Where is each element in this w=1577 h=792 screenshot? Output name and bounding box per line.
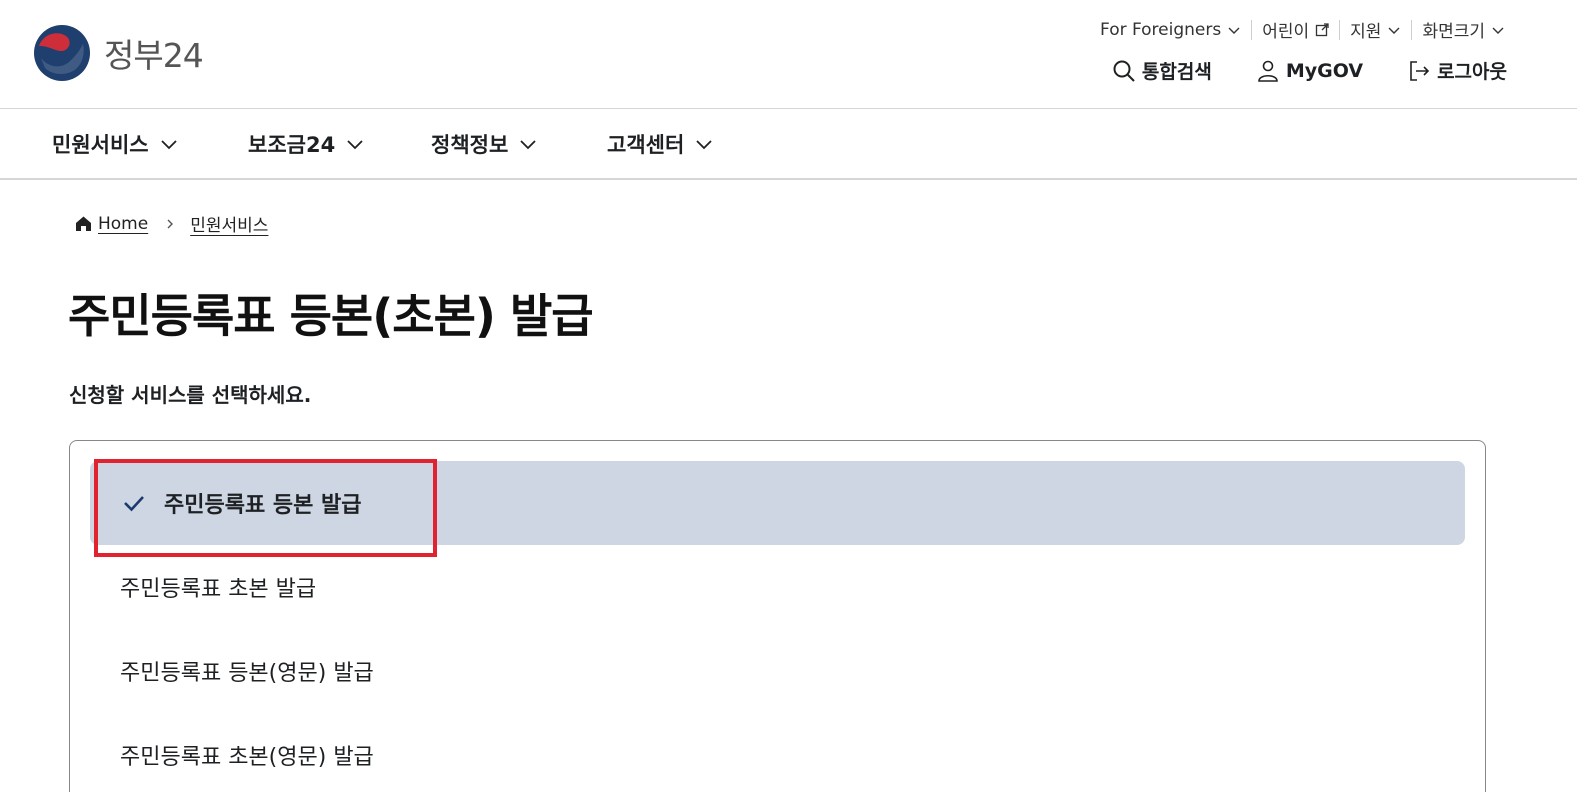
home-icon xyxy=(76,216,91,231)
logout-icon xyxy=(1410,60,1430,81)
search-label: 통합검색 xyxy=(1141,61,1212,83)
mygov-button[interactable]: MyGOV xyxy=(1256,59,1363,83)
nav-item-label: 정책정보 xyxy=(431,133,509,157)
kids-label: 어린이 xyxy=(1262,22,1310,42)
for-foreigners-label: For Foreigners xyxy=(1100,19,1222,40)
breadcrumb: Home 민원서비스 xyxy=(75,211,268,236)
nav-item-label: 민원서비스 xyxy=(52,133,149,157)
user-icon xyxy=(1258,60,1278,82)
option-resident-abstract[interactable]: 주민등록표 초본 발급 xyxy=(90,545,1465,629)
nav-item-subsidy24[interactable]: 보조금24 xyxy=(248,129,365,159)
nav-item-label: 보조금24 xyxy=(248,133,336,157)
option-resident-copy[interactable]: 주민등록표 등본 발급 xyxy=(90,461,1465,545)
utility-menu: For Foreigners 어린이 지원 화면크기 xyxy=(1090,17,1515,42)
nav-item-policy-info[interactable]: 정책정보 xyxy=(431,129,538,159)
page-title: 주민등록표 등본(초본) 발급 xyxy=(68,289,594,343)
brand-name: 정부24 xyxy=(104,36,204,75)
nav-item-customer-center[interactable]: 고객센터 xyxy=(607,129,714,159)
option-label: 주민등록표 등본 발급 xyxy=(164,493,362,518)
chevron-down-icon xyxy=(520,140,536,150)
logout-button[interactable]: 로그아웃 xyxy=(1407,57,1507,84)
main-nav: 민원서비스 보조금24 정책정보 고객센터 xyxy=(0,109,1577,180)
chevron-down-icon xyxy=(347,140,363,150)
search-icon xyxy=(1113,60,1135,82)
check-icon xyxy=(124,496,144,512)
font-size-label: 화면크기 xyxy=(1422,22,1485,42)
option-label: 주민등록표 초본 발급 xyxy=(120,577,317,602)
support-label: 지원 xyxy=(1350,22,1382,42)
breadcrumb-current-link[interactable]: 민원서비스 xyxy=(190,211,268,236)
breadcrumb-home-link[interactable]: Home xyxy=(98,214,148,234)
option-label: 주민등록표 등본(영문) 발급 xyxy=(120,661,374,686)
gov24-logo[interactable]: 정부24 xyxy=(33,24,204,82)
for-foreigners-menu[interactable]: For Foreigners xyxy=(1090,20,1251,40)
support-menu[interactable]: 지원 xyxy=(1340,17,1411,42)
chevron-down-icon xyxy=(1492,27,1504,34)
chevron-down-icon xyxy=(1228,27,1240,34)
nav-item-label: 고객센터 xyxy=(607,133,685,157)
logout-label: 로그아웃 xyxy=(1437,61,1507,83)
kids-link[interactable]: 어린이 xyxy=(1252,17,1339,42)
chevron-down-icon xyxy=(1388,27,1400,34)
breadcrumb-home[interactable]: Home xyxy=(75,214,148,234)
taegeuk-logo-icon xyxy=(34,25,90,81)
chevron-down-icon xyxy=(160,140,177,150)
font-size-menu[interactable]: 화면크기 xyxy=(1412,17,1515,42)
site-header: 정부24 For Foreigners 어린이 지원 화면크기 통합검색 MyG… xyxy=(0,0,1577,109)
nav-item-civil-services[interactable]: 민원서비스 xyxy=(52,129,179,159)
option-label: 주민등록표 초본(영문) 발급 xyxy=(120,745,374,770)
chevron-down-icon xyxy=(696,140,712,150)
mygov-label: MyGOV xyxy=(1285,59,1364,82)
service-option-list: 주민등록표 등본 발급 주민등록표 초본 발급 주민등록표 등본(영문) 발급 … xyxy=(69,440,1486,792)
chevron-right-icon xyxy=(167,219,174,228)
search-button[interactable]: 통합검색 xyxy=(1112,57,1212,84)
header-actions: 통합검색 MyGOV 로그아웃 xyxy=(1112,57,1507,84)
page-subtitle: 신청할 서비스를 선택하세요. xyxy=(69,383,312,407)
option-resident-copy-english[interactable]: 주민등록표 등본(영문) 발급 xyxy=(90,629,1465,713)
option-resident-abstract-english[interactable]: 주민등록표 초본(영문) 발급 xyxy=(90,713,1465,792)
external-link-icon xyxy=(1316,22,1329,36)
